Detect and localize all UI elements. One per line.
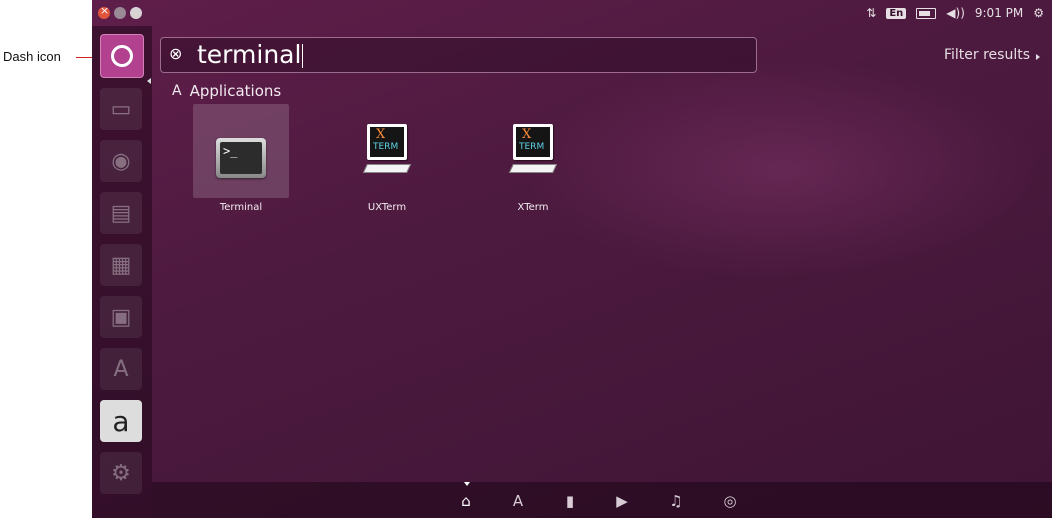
callout: Dash icon [0, 45, 99, 69]
filter-results-button[interactable]: Filter results [944, 47, 1030, 63]
top-panel: ⇅ En ◀)) 9:01 PM ⚙ [92, 0, 1052, 26]
result-terminal[interactable]: >_ Terminal [193, 104, 289, 216]
uxterm-icon: X TERM [362, 124, 413, 180]
result-xterm[interactable]: X TERM XTerm [485, 104, 581, 216]
home-lens-icon[interactable]: ⌂ [456, 491, 476, 511]
amazon-launcher-icon[interactable]: a [100, 400, 142, 442]
keyboard-layout-indicator[interactable]: En [886, 7, 907, 19]
volume-icon[interactable]: ◀)) [946, 6, 965, 20]
battery-icon[interactable] [916, 7, 937, 19]
result-label: UXTerm [367, 202, 407, 213]
clock[interactable]: 9:01 PM [975, 6, 1023, 20]
xterm-icon: X TERM [508, 124, 559, 180]
maximize-window-button[interactable] [130, 7, 142, 19]
background-glow [522, 60, 1042, 280]
close-window-button[interactable] [98, 4, 110, 19]
callout-label: Dash icon [3, 49, 61, 64]
applications-category: A Applications [172, 82, 281, 100]
terminal-icon: >_ [216, 138, 266, 178]
settings-launcher-icon[interactable]: ⚙ [100, 452, 142, 494]
impress-launcher-icon[interactable]: ▣ [100, 296, 142, 338]
desktop-screen: ⇅ En ◀)) 9:01 PM ⚙ ▭ ◉ ▤ ▦ ▣ A a ⚙ ⊗ ter… [92, 0, 1052, 518]
applications-lens-icon[interactable]: A [508, 491, 528, 511]
result-label: Terminal [219, 202, 263, 213]
lens-bar: ⌂ A ▮ ▶ ♫ ◎ [152, 482, 1052, 518]
photos-lens-icon[interactable]: ◎ [720, 491, 740, 511]
search-field[interactable]: ⊗ terminal [160, 37, 757, 73]
system-gear-icon[interactable]: ⚙ [1033, 6, 1044, 20]
active-lens-arrow [464, 482, 470, 486]
dash-button[interactable] [100, 34, 144, 78]
text-caret [302, 44, 304, 68]
files-lens-icon[interactable]: ▮ [560, 491, 580, 511]
search-query: terminal [197, 40, 304, 69]
result-label: XTerm [517, 202, 549, 213]
applications-category-title: Applications [189, 82, 282, 100]
dash-icon [111, 45, 133, 67]
indicator-area: ⇅ En ◀)) 9:01 PM ⚙ [866, 4, 1044, 22]
firefox-launcher-icon[interactable]: ◉ [100, 140, 142, 182]
music-lens-icon[interactable]: ♫ [666, 491, 686, 511]
files-launcher-icon[interactable]: ▭ [100, 88, 142, 130]
minimize-window-button[interactable] [114, 7, 126, 19]
calc-launcher-icon[interactable]: ▦ [100, 244, 142, 286]
dash-pip-arrow [147, 78, 151, 84]
filter-arrow-icon[interactable] [1036, 54, 1040, 60]
software-center-launcher-icon[interactable]: A [100, 348, 142, 390]
launcher: ▭ ◉ ▤ ▦ ▣ A a ⚙ [92, 26, 152, 518]
result-uxterm[interactable]: X TERM UXTerm [339, 104, 435, 216]
video-lens-icon[interactable]: ▶ [612, 491, 632, 511]
writer-launcher-icon[interactable]: ▤ [100, 192, 142, 234]
clear-search-icon[interactable]: ⊗ [169, 45, 187, 63]
applications-category-icon: A [172, 83, 182, 99]
network-icon[interactable]: ⇅ [866, 6, 876, 20]
